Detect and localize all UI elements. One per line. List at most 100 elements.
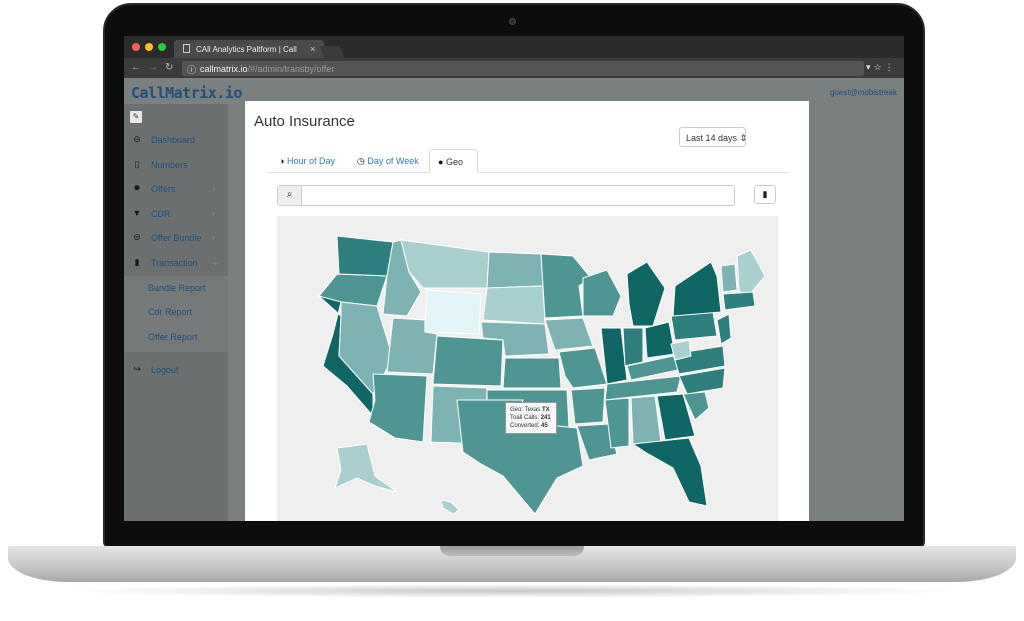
select-arrows-icon: ⇕ [739,133,748,143]
state-iowa[interactable] [544,317,594,351]
state-massachusetts[interactable] [722,291,756,311]
page-icon [183,44,190,53]
info-icon: ⓘ [187,65,197,75]
tab-label: Geo [445,157,463,167]
sidebar-item-label: Numbers [151,160,188,170]
submenu-item-cdr-report[interactable]: Cdr Report [148,307,192,317]
tooltip-geo-label: Geo: [510,407,524,413]
brand-logo[interactable]: CallMatrix.io [131,84,242,102]
tab-hour-of-day[interactable]: ◑ Hour of Day [271,149,343,173]
submenu-item-bundle-report[interactable]: Bundle Report [148,283,206,293]
browser-tab[interactable]: CAll Analytics Paltform | Call [174,40,324,58]
state-wisconsin[interactable] [582,269,622,317]
phone-icon: ▯ [134,159,140,169]
geo-map-panel: Geo: Texas TX Toall Calls: 241 Converted… [277,216,778,521]
sidebar-item-numbers[interactable]: ▯ Numbers [124,152,228,176]
reload-icon[interactable]: ↻ [165,62,173,73]
date-range-select[interactable]: Last 14 days ⇕ [679,127,748,147]
sidebar-item-label: CDR [151,209,171,219]
maximize-window-button[interactable] [158,43,166,51]
laptop-notch [440,546,584,556]
state-wyoming[interactable] [424,289,482,335]
modal-title: Auto Insurance [254,113,355,130]
tooltip-converted-value: 45 [541,423,548,429]
state-florida[interactable] [631,437,708,507]
state-arkansas[interactable] [570,387,606,425]
state-arizona[interactable] [368,373,428,443]
tab-day-of-week[interactable]: ◷ Day of Week [349,149,427,173]
tooltip-geo-value: Texas [524,407,541,413]
report-modal: Auto Insurance Last 14 days ⇕ ◑ Hour of … [245,101,809,521]
url-domain: callmatrix.io [200,64,248,74]
state-washington[interactable] [336,235,394,277]
url-path: /#/admin/transby/offer [247,64,335,74]
sidebar-item-label: Offer Bundle [151,233,202,243]
bundle-icon: ⊜ [133,232,141,242]
state-ohio[interactable] [644,321,676,359]
tab-close-icon[interactable]: × [310,44,315,54]
browser-tab-title: CAll Analytics Paltform | Call [196,45,297,54]
sidebar-item-offers[interactable]: ✹ Offers › [124,176,228,200]
dashboard-icon: ⊖ [133,134,141,144]
map-tooltip: Geo: Texas TX Toall Calls: 241 Converted… [505,402,557,434]
state-vermont[interactable] [720,263,738,293]
transaction-submenu: Bundle Report Cdr Report Offer Report [124,276,228,352]
tooltip-calls-value: 241 [540,415,551,421]
state-alabama[interactable] [630,395,662,445]
close-window-button[interactable] [132,43,140,51]
state-west-virginia[interactable] [670,339,692,361]
sidebar-item-label: Transaction [151,258,198,268]
user-email[interactable]: guest@mobistreak [830,88,897,97]
sidebar-item-cdr[interactable]: ▼ CDR › [124,201,228,225]
chart-toggle-button[interactable]: ▮ [754,185,776,204]
browser-address-bar: ← → ↻ ⓘ callmatrix.io/#/admin/transby/of… [124,58,904,78]
state-new-jersey[interactable] [716,313,732,345]
state-pennsylvania[interactable] [670,311,718,341]
url-field[interactable]: ⓘ callmatrix.io/#/admin/transby/offer [182,61,864,76]
new-tab-button[interactable] [319,46,345,58]
tooltip-calls: Toall Calls: 241 [510,414,556,422]
sidebar-item-transaction[interactable]: ▮ Transaction ⌄ [124,250,228,274]
sidebar-item-logout[interactable]: ↪ Logout [124,357,228,381]
logout-icon: ↪ [133,364,141,374]
chevron-right-icon: › [212,232,215,242]
state-colorado[interactable] [432,335,504,387]
forward-arrow-icon[interactable]: → [148,62,158,73]
state-new-york[interactable] [672,261,722,317]
sidebar-item-offer-bundle[interactable]: ⊜ Offer Bundle › [124,225,228,249]
state-north-dakota[interactable] [486,251,544,289]
pencil-icon[interactable]: ✎ [130,111,142,123]
us-choropleth-map [318,235,766,515]
bar-chart-icon: ▮ [762,189,768,199]
state-south-dakota[interactable] [482,285,546,325]
tooltip-calls-label: Toall Calls: [510,415,540,421]
filter-icon: ▼ [132,208,142,218]
chevron-right-icon: › [212,208,215,218]
tab-geo[interactable]: ● Geo [429,149,478,173]
minimize-window-button[interactable] [145,43,153,51]
back-arrow-icon[interactable]: ← [131,62,141,73]
menu-icon[interactable]: ⋮ [885,62,897,72]
tooltip-converted-label: Converted: [510,423,540,429]
screen: CAll Analytics Paltform | Call × ← → ↻ ⓘ… [124,36,904,521]
bookmark-star-icon[interactable]: ☆ [874,62,885,72]
state-michigan[interactable] [626,261,666,327]
state-indiana[interactable] [622,327,644,367]
state-hawaii[interactable] [440,499,460,515]
browser-tab-bar: CAll Analytics Paltform | Call × [124,36,904,58]
sidebar-item-label: Offers [151,184,176,194]
extension-icon[interactable]: ▾ [866,62,874,72]
half-circle-icon: ◑ [279,156,285,166]
tooltip-geo-code: TX [541,407,550,413]
app-container: CallMatrix.io guest@mobistreak ✎ ⊖ Dashb… [124,78,904,521]
search-input[interactable] [304,187,732,204]
state-missouri[interactable] [558,347,608,389]
search-icon[interactable]: ⌕ [278,186,302,205]
state-alaska[interactable] [334,443,398,493]
submenu-item-offer-report[interactable]: Offer Report [148,332,197,342]
state-kansas[interactable] [502,357,562,389]
tooltip-converted: Converted: 45 [510,422,556,430]
globe-icon: ● [438,157,444,167]
laptop-shadow [60,584,964,598]
sidebar-item-dashboard[interactable]: ⊖ Dashboard [124,127,228,151]
